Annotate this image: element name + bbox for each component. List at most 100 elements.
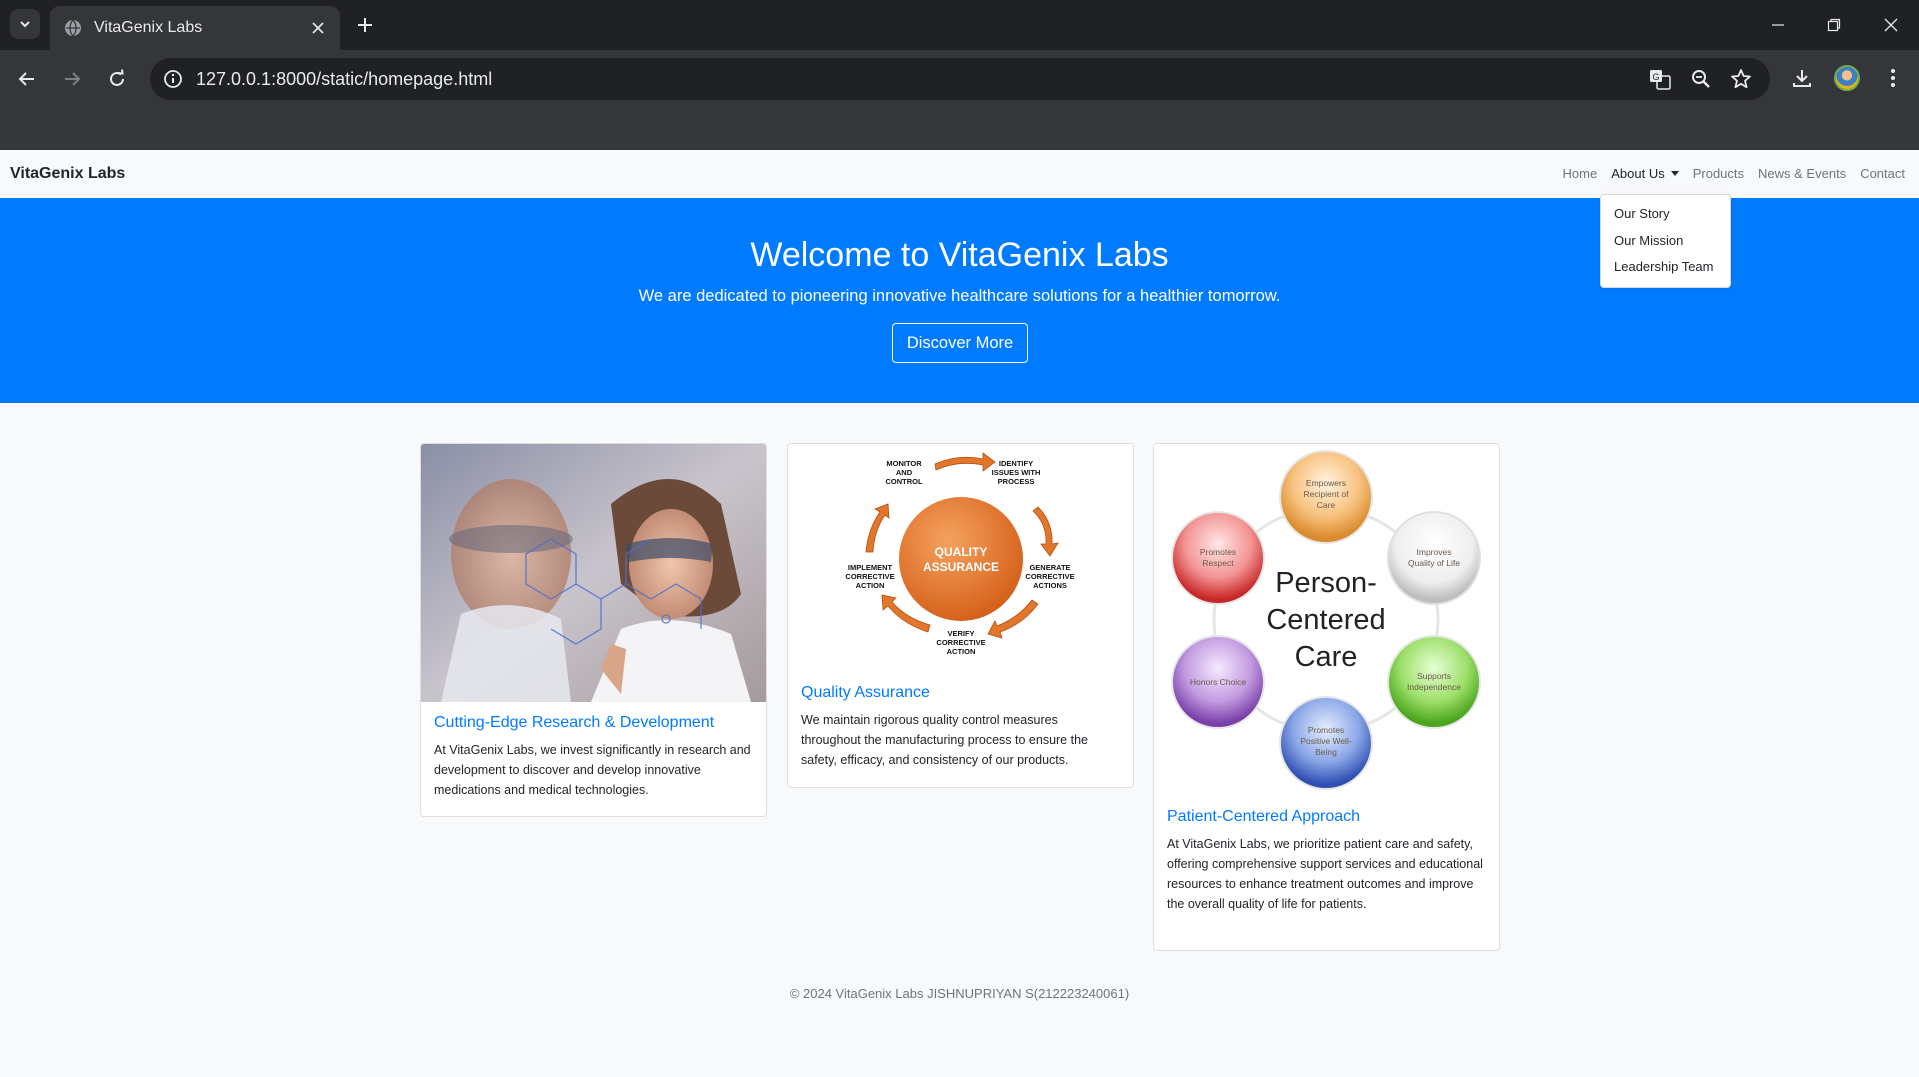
- back-button[interactable]: [8, 60, 46, 98]
- bookmark-star-icon[interactable]: [1728, 66, 1754, 92]
- patient-card-text: At VitaGenix Labs, we prioritize patient…: [1167, 837, 1483, 911]
- hero-subtitle: We are dedicated to pioneering innovativ…: [638, 287, 1281, 305]
- close-tab-icon[interactable]: [308, 18, 328, 38]
- qa-implement-line-2: CORRECTIVE: [845, 572, 894, 581]
- reload-button[interactable]: [98, 60, 136, 98]
- qa-verify-line-3: ACTION: [947, 647, 976, 656]
- restore-icon: [1827, 18, 1841, 32]
- pcc-supports-line-2: Independence: [1407, 682, 1461, 692]
- pcc-wellbeing-line-3: Being: [1315, 747, 1337, 757]
- tab-search-button[interactable]: [10, 9, 40, 39]
- pcc-center-line-1: Person-: [1275, 567, 1377, 599]
- browser-menu-button[interactable]: [1875, 60, 1911, 96]
- caret-down-icon: [1670, 171, 1679, 176]
- url-text: 127.0.0.1:8000/static/homepage.html: [196, 69, 493, 89]
- pcc-improves-line-2: Quality of Life: [1408, 558, 1460, 568]
- translate-icon[interactable]: G: [1647, 66, 1673, 92]
- plus-icon: [358, 18, 372, 32]
- new-tab-button[interactable]: [352, 12, 378, 38]
- reload-icon: [110, 69, 124, 86]
- site-brand[interactable]: VitaGenix Labs: [10, 165, 125, 183]
- patient-card-body: Patient-Centered Approach At VitaGenix L…: [1154, 796, 1499, 926]
- minimize-icon: [1772, 24, 1784, 26]
- research-card-body: Cutting-Edge Research & Development At V…: [421, 702, 766, 812]
- qa-implement-line-3: ACTION: [856, 581, 885, 590]
- address-bar[interactable]: 127.0.0.1:8000/static/homepage.html G: [150, 58, 1770, 100]
- close-icon: [1884, 18, 1898, 32]
- pcc-supports-line-1: Supports: [1417, 671, 1451, 681]
- browser-tab[interactable]: VitaGenix Labs: [50, 6, 340, 50]
- tab-title: VitaGenix Labs: [94, 19, 203, 36]
- avatar: [1834, 65, 1860, 91]
- pcc-center-line-2: Centered: [1266, 604, 1385, 636]
- web-page: VitaGenix Labs Home About Us Products Ne…: [0, 150, 1919, 1077]
- qa-monitor-line-1: MONITOR: [886, 459, 922, 468]
- qa-implement-line-1: IMPLEMENT: [848, 563, 893, 572]
- qa-generate-line-3: ACTIONS: [1033, 581, 1067, 590]
- page-footer: © 2024 VitaGenix Labs JISHNUPRIYAN S(212…: [789, 986, 1130, 1001]
- quality-card-body: Quality Assurance We maintain rigorous q…: [788, 672, 1133, 782]
- patient-card: Person- Centered Care Empowers Recipient…: [1153, 443, 1500, 951]
- research-image: [421, 444, 766, 702]
- zoom-icon[interactable]: [1688, 66, 1714, 92]
- quality-card-title: Quality Assurance: [801, 684, 930, 701]
- nav-links: Home About Us Products News & Events Con…: [1549, 166, 1905, 181]
- site-info-icon[interactable]: [160, 66, 186, 92]
- pcc-center-line-3: Care: [1295, 641, 1358, 673]
- browser-toolbar: 127.0.0.1:8000/static/homepage.html G: [0, 50, 1919, 150]
- pcc-wellbeing-line-1: Promotes: [1308, 725, 1344, 735]
- qa-verify-line-1: VERIFY: [947, 629, 974, 638]
- download-icon: [1793, 70, 1811, 87]
- arrow-left-icon: [18, 72, 34, 86]
- quality-diagram: QUALITY ASSURANCE MONITOR AND CONTROL ID…: [788, 444, 1133, 672]
- minimize-button[interactable]: [1750, 0, 1806, 50]
- forward-button[interactable]: [53, 60, 91, 98]
- about-us-dropdown-menu: Our Story Our Mission Leadership Team: [1600, 194, 1731, 288]
- more-vertical-icon: [1891, 69, 1895, 87]
- research-card-title: Cutting-Edge Research & Development: [434, 714, 715, 731]
- qa-monitor-line-3: CONTROL: [885, 477, 922, 486]
- qa-generate-line-1: GENERATE: [1029, 563, 1070, 572]
- close-window-button[interactable]: [1863, 0, 1919, 50]
- nav-contact[interactable]: Contact: [1860, 166, 1905, 181]
- svg-text:G: G: [1652, 72, 1659, 82]
- pcc-empowers-line-2: Recipient of: [1304, 489, 1350, 499]
- arrow-right-icon: [65, 72, 81, 86]
- nav-news-events[interactable]: News & Events: [1758, 166, 1846, 181]
- browser-tab-strip: VitaGenix Labs: [0, 0, 1919, 50]
- dropdown-item-our-mission[interactable]: Our Mission: [1601, 228, 1730, 255]
- restore-button[interactable]: [1806, 0, 1862, 50]
- pcc-honors-choice-label: Honors Choice: [1190, 677, 1246, 687]
- qa-verify-line-2: CORRECTIVE: [936, 638, 985, 647]
- pcc-empowers-line-3: Care: [1317, 500, 1336, 510]
- qa-center-line-1: QUALITY: [935, 545, 988, 559]
- research-card: Cutting-Edge Research & Development At V…: [420, 443, 767, 817]
- dropdown-item-our-story[interactable]: Our Story: [1601, 201, 1730, 228]
- dropdown-item-leadership-team[interactable]: Leadership Team: [1601, 254, 1730, 281]
- nav-about-us-label: About Us: [1611, 166, 1665, 181]
- globe-icon: [64, 19, 82, 37]
- nav-products[interactable]: Products: [1693, 166, 1744, 181]
- qa-generate-line-2: CORRECTIVE: [1025, 572, 1074, 581]
- pcc-respect-line-2: Respect: [1202, 558, 1234, 568]
- pcc-wellbeing-line-2: Positive Well-: [1300, 736, 1351, 746]
- pcc-empowers-line-1: Empowers: [1306, 478, 1346, 488]
- quality-card-text: We maintain rigorous quality control mea…: [801, 713, 1088, 767]
- nav-home[interactable]: Home: [1563, 166, 1598, 181]
- quality-card: QUALITY ASSURANCE MONITOR AND CONTROL ID…: [787, 443, 1134, 788]
- qa-monitor-line-2: AND: [896, 468, 913, 477]
- profile-button[interactable]: [1829, 60, 1865, 96]
- pcc-improves-line-1: Improves: [1417, 547, 1452, 557]
- chevron-down-icon: [20, 21, 30, 28]
- downloads-button[interactable]: [1784, 60, 1820, 96]
- discover-more-button[interactable]: Discover More: [892, 323, 1028, 363]
- qa-identify-line-1: IDENTIFY: [999, 459, 1033, 468]
- qa-identify-line-3: PROCESS: [998, 477, 1035, 486]
- research-card-text: At VitaGenix Labs, we invest significant…: [434, 743, 751, 797]
- site-navbar: VitaGenix Labs Home About Us Products Ne…: [0, 150, 1919, 198]
- pcc-respect-line-1: Promotes: [1200, 547, 1236, 557]
- qa-center-line-2: ASSURANCE: [923, 560, 999, 574]
- person-centered-care-diagram: Person- Centered Care Empowers Recipient…: [1154, 444, 1499, 796]
- qa-center-circle: [899, 497, 1023, 621]
- nav-about-us-toggle[interactable]: About Us: [1611, 166, 1679, 181]
